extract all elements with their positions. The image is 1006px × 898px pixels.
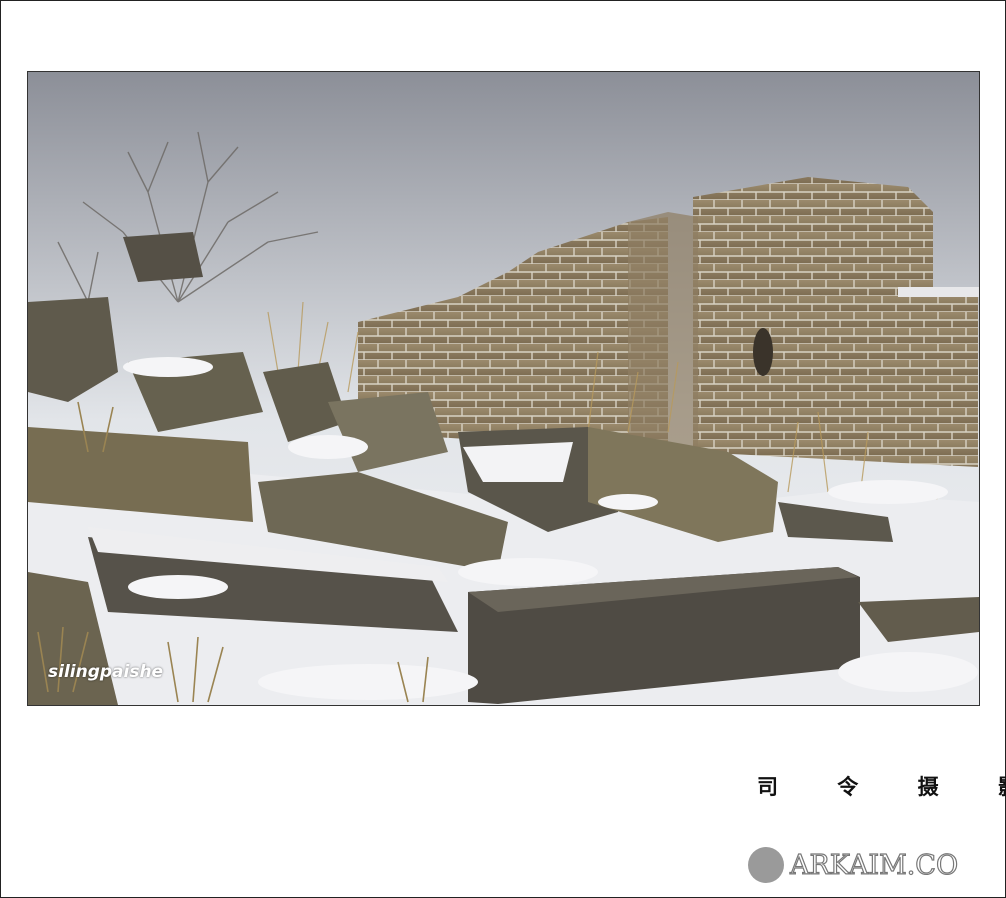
photo: [27, 71, 980, 706]
brand-text: ARKAIM.CO: [789, 849, 959, 881]
brand-circle-icon: [748, 847, 784, 883]
brand-logo: ARKAIM.CO: [748, 846, 959, 884]
photo-scene: [28, 72, 979, 705]
photo-watermark: silingpaishe: [48, 662, 164, 682]
photographer-caption: 司 令 摄 影: [757, 774, 1006, 799]
